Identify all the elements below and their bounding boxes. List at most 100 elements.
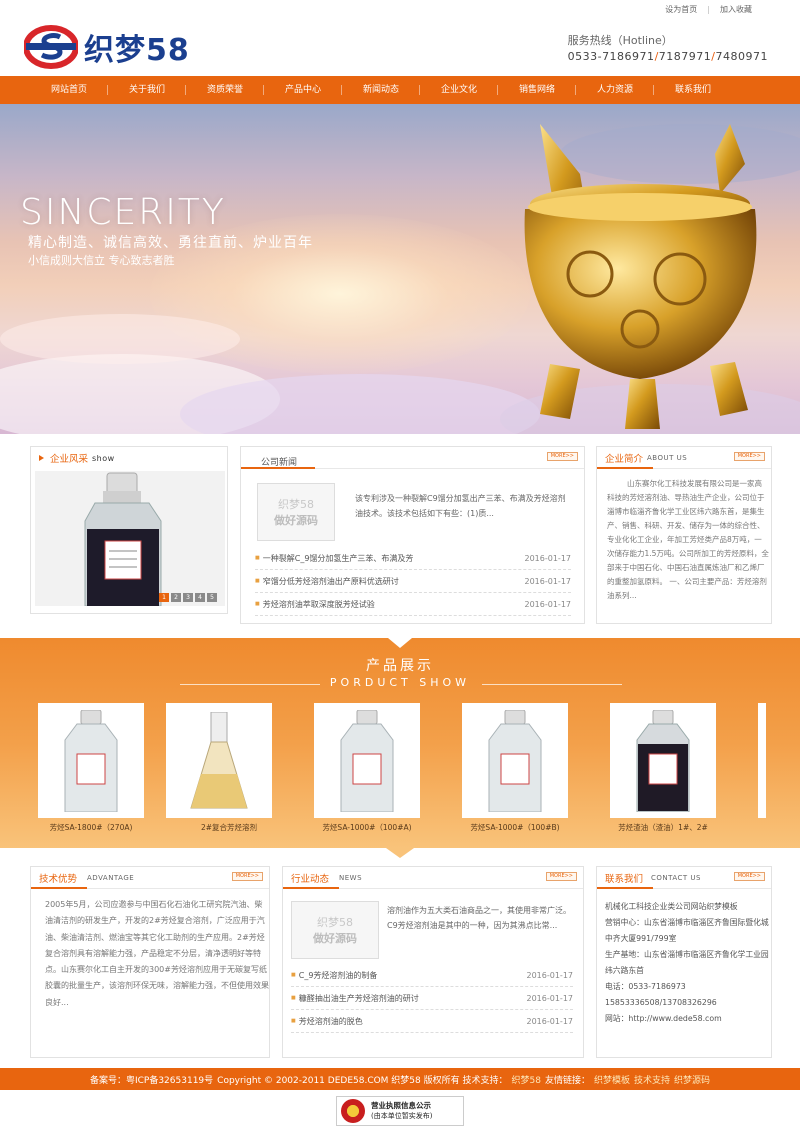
contact-website[interactable]: 网站：http://www.dede58.com (605, 1011, 770, 1027)
advantage-more-button[interactable]: MORE>> (231, 872, 263, 881)
contact-details: 机械化工科技企业类公司网站织梦模板 营销中心：山东省淄博市临淄区齐鲁国际暨化城中… (605, 899, 770, 1027)
license-line-2: (由本单位暂实发布) (371, 1112, 433, 1120)
arrow-icon (39, 455, 44, 461)
list-item[interactable]: 糠醛抽出油生产芳烃溶剂油的研讨 2016-01-17 (291, 987, 573, 1010)
copyright: Copyright © 2002-2011 DEDE58.COM 织梦58 版权… (217, 1075, 508, 1086)
news-link[interactable]: 芳烃溶剂油的脱色 (291, 1016, 363, 1027)
add-favorite-link[interactable]: 加入收藏 (720, 4, 752, 15)
list-item[interactable]: 一种裂解C_9馏分加氢生产三苯、布满及芳 2016-01-17 (255, 547, 571, 570)
news-link[interactable]: 糠醛抽出油生产芳烃溶剂油的研讨 (291, 993, 419, 1004)
friend-link-3[interactable]: 织梦源码 (674, 1073, 710, 1086)
hotline: 服务热线（Hotline） 0533-7186971/7187971/74809… (568, 32, 768, 63)
product-card[interactable] (314, 703, 420, 818)
news-thumbnail[interactable]: 织梦58 做好源码 (257, 483, 335, 541)
nav-products[interactable]: 产品中心 (264, 76, 342, 104)
showcase-header: 企业风采 show (31, 447, 227, 469)
nav-about[interactable]: 关于我们 (108, 76, 186, 104)
product-name[interactable]: 芳烃渣油（渣油）1#、2# (598, 822, 728, 833)
showcase-en: show (92, 453, 115, 463)
news-date: 2016-01-17 (524, 576, 572, 586)
tech-support-link[interactable]: 织梦58 (512, 1073, 541, 1086)
news-link[interactable]: 芳烃溶剂油萃取深度脱芳烃试验 (255, 599, 375, 610)
nav-home[interactable]: 网站首页 (30, 76, 108, 104)
industry-list: C_9芳烃溶剂油的制备 2016-01-17 糠醛抽出油生产芳烃溶剂油的研讨 201… (291, 964, 573, 1033)
set-home-link[interactable]: 设为首页 (665, 4, 697, 15)
industry-thumbnail[interactable]: 织梦58 做好源码 (291, 901, 379, 959)
news-link[interactable]: 一种裂解C_9馏分加氢生产三苯、布满及芳 (255, 553, 414, 564)
news-date: 2016-01-17 (524, 599, 572, 609)
news-date: 2016-01-17 (526, 970, 574, 980)
business-license-badge[interactable]: 营业执照信息公示 (由本单位暂实发布) (336, 1096, 464, 1126)
contact-more-button[interactable]: MORE>> (733, 872, 765, 881)
slide-pager: 1 2 3 4 5 (159, 593, 217, 602)
hero-banner: SINCERITY 精心制造、诚信高效、勇往直前、炉业百年 小信成则大信立 专心… (0, 104, 800, 434)
slide-dot-3[interactable]: 3 (183, 593, 193, 602)
list-item[interactable]: 芳烃溶剂油萃取深度脱芳烃试验 2016-01-17 (255, 593, 571, 616)
slide-dot-1[interactable]: 1 (159, 593, 169, 602)
top-links: 设为首页 | 加入收藏 (665, 0, 752, 18)
contact-header: 联系我们 CONTACT US MORE>> (597, 867, 771, 889)
product-card[interactable] (462, 703, 568, 818)
about-en: ABOUT US (647, 453, 688, 462)
product-image (636, 710, 690, 812)
showcase-image[interactable]: 1 2 3 4 5 (35, 471, 225, 606)
title-underline (31, 887, 87, 889)
list-item[interactable]: 窄馏分低芳烃溶剂油出产原料优选研讨 2016-01-17 (255, 570, 571, 593)
news-list: 一种裂解C_9馏分加氢生产三苯、布满及芳 2016-01-17 窄馏分低芳烃溶剂油… (255, 547, 571, 616)
logo-icon (24, 25, 78, 69)
title-underline (283, 887, 339, 889)
about-title: 企业简介 (605, 453, 644, 465)
license-text: 营业执照信息公示 (由本单位暂实发布) (371, 1100, 432, 1122)
list-item[interactable]: 芳烃溶剂油的脱色 2016-01-17 (291, 1010, 573, 1033)
contact-sales-office: 营销中心：山东省淄博市临淄区齐鲁国际暨化城中齐大厦991/799室 (605, 918, 769, 943)
about-more-button[interactable]: MORE>> (733, 452, 765, 461)
slide-dot-5[interactable]: 5 (207, 593, 217, 602)
nav-news[interactable]: 新闻动态 (342, 76, 420, 104)
advantage-en: ADVANTAGE (87, 873, 135, 882)
news-more-button[interactable]: MORE>> (546, 452, 578, 461)
industry-more-button[interactable]: MORE>> (545, 872, 577, 881)
icp-number[interactable]: 备案号：粤ICP备32653119号 (90, 1073, 213, 1086)
product-card-partial (758, 703, 766, 818)
industry-news: 行业动态 NEWS MORE>> 织梦58 做好源码 溶剂油作为五大类石油商品之… (282, 866, 584, 1058)
news-date: 2016-01-17 (526, 993, 574, 1003)
products-title: 产品展示 (366, 658, 434, 674)
nav-culture[interactable]: 企业文化 (420, 76, 498, 104)
product-card[interactable] (38, 703, 144, 818)
thumb-line-1: 织梦58 (278, 498, 314, 511)
product-name[interactable]: 芳烃SA-1800#（270A) (26, 822, 156, 833)
main-nav: 网站首页 关于我们 资质荣誉 产品中心 新闻动态 企业文化 销售网络 人力资源 … (0, 76, 800, 104)
nav-sales[interactable]: 销售网络 (498, 76, 576, 104)
friend-link-1[interactable]: 织梦模板 (594, 1073, 630, 1086)
advantage-header: 技术优势 ADVANTAGE MORE>> (31, 867, 269, 889)
list-item[interactable]: C_9芳烃溶剂油的制备 2016-01-17 (291, 964, 573, 987)
advantage-text: 2005年5月，公司应邀参与中国石化石油化工研究院汽油、柴油清洁剂的研发生产，开… (45, 900, 269, 1007)
title-underline (241, 467, 315, 469)
contact-en: CONTACT US (651, 873, 702, 882)
products-en: PORDUCT SHOW (329, 676, 471, 689)
product-name[interactable]: 芳烃SA-1000#（100#B) (450, 822, 580, 833)
slide-dot-2[interactable]: 2 (171, 593, 181, 602)
nav-honors[interactable]: 资质荣誉 (186, 76, 264, 104)
slide-dot-4[interactable]: 4 (195, 593, 205, 602)
title-underline (597, 467, 653, 469)
product-image (488, 710, 542, 812)
phone-3: 7480971 (715, 50, 768, 63)
site-footer: 备案号：粤ICP备32653119号 Copyright © 2002-2011… (0, 1068, 800, 1090)
site-logo[interactable]: 织梦58 (24, 25, 190, 69)
friend-link-2[interactable]: 技术支持 (634, 1073, 670, 1086)
phone-2: 7187971 (658, 50, 712, 63)
news-link[interactable]: C_9芳烃溶剂油的制备 (291, 970, 378, 981)
about-text: 山东赛尔化工科技发展有限公司是一家高科技的芳烃溶剂油、导热油生产企业，公司位于淄… (607, 479, 769, 600)
thumb-line-1: 织梦58 (317, 916, 353, 929)
news-header: 公司新闻 MORE>> (241, 447, 584, 469)
nav-contact[interactable]: 联系我们 (654, 76, 732, 104)
product-card[interactable] (166, 703, 272, 818)
bronze-tripod-image (524, 124, 757, 429)
product-name[interactable]: 芳烃SA-1000#（100#A) (302, 822, 432, 833)
product-name[interactable]: 2#复合芳烃溶剂 (164, 822, 294, 833)
showcase-title: 企业风采 (50, 454, 89, 465)
news-link[interactable]: 窄馏分低芳烃溶剂油出产原料优选研讨 (255, 576, 399, 587)
product-card[interactable] (610, 703, 716, 818)
nav-hr[interactable]: 人力资源 (576, 76, 654, 104)
